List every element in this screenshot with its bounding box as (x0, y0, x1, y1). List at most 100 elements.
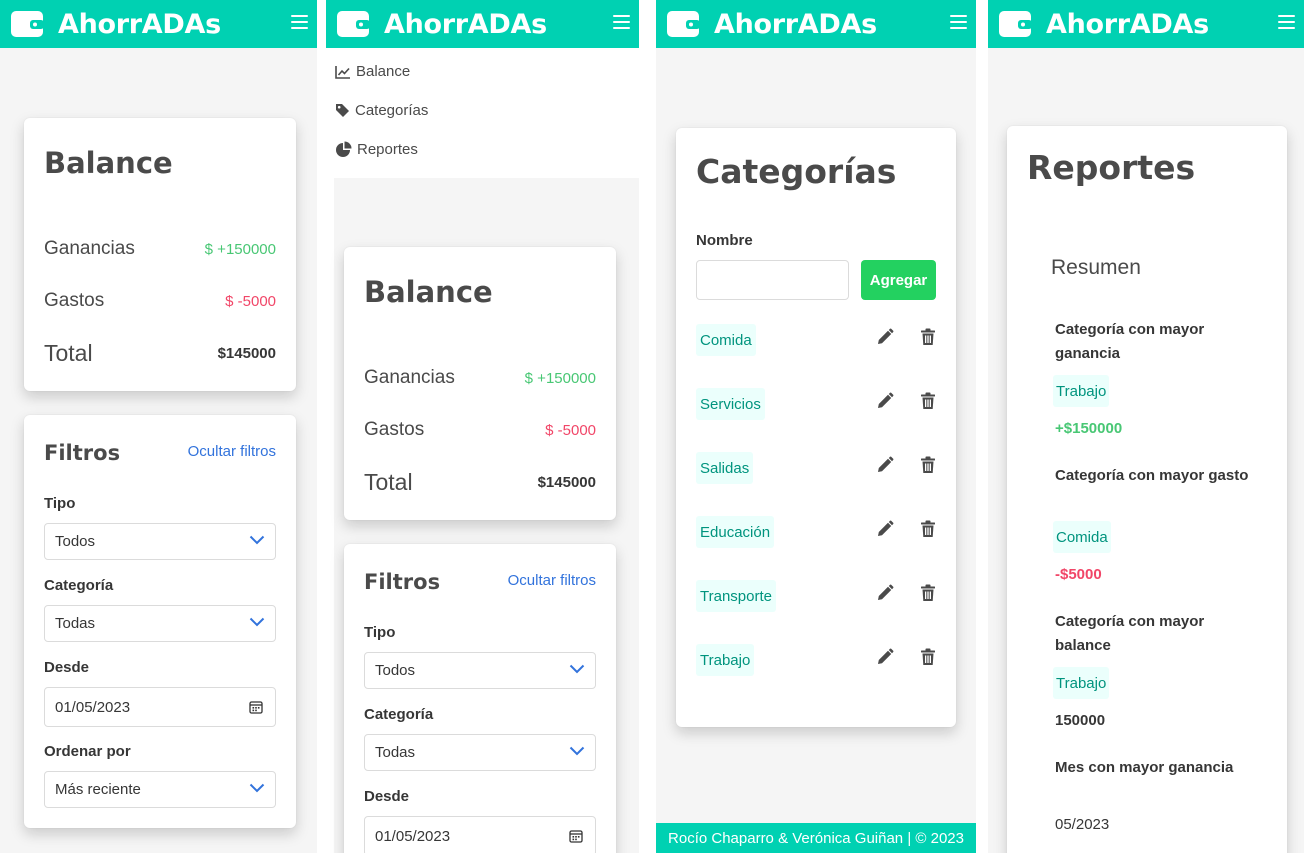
total-value: $145000 (217, 345, 276, 362)
report-value-mes-mayor-ganancia: 05/2023 (1055, 816, 1110, 833)
report-value-mayor-gasto: -$5000 (1055, 566, 1102, 583)
chevron-down-icon (569, 664, 585, 674)
chart-line-icon (335, 65, 350, 79)
burger-menu-icon[interactable] (613, 15, 630, 31)
wallet-icon (336, 9, 370, 39)
balance-card: Balance Ganancias $ +150000 Gastos $ -50… (24, 118, 296, 391)
menu-gutter (326, 178, 334, 853)
category-tag: Educación (696, 516, 775, 548)
pencil-icon[interactable] (876, 520, 894, 538)
app-title[interactable]: AhorrADAs (714, 9, 877, 40)
desde-label: Desde (44, 659, 90, 676)
report-label-mayor-balance: Categoría con mayor balance (1055, 613, 1205, 654)
agregar-button[interactable]: Agregar (861, 260, 936, 300)
trash-icon[interactable] (920, 456, 938, 474)
nav-menu: Balance Categorías Reportes (326, 48, 639, 178)
category-tag: Salidas (696, 452, 754, 484)
pencil-icon[interactable] (876, 456, 894, 474)
ocultar-filtros-link[interactable]: Ocultar filtros (508, 572, 596, 589)
burger-menu-icon[interactable] (291, 15, 308, 31)
desde-date-value: 01/05/2023 (55, 698, 131, 716)
menu-item-label: Reportes (357, 141, 418, 158)
pencil-icon[interactable] (876, 392, 894, 410)
trash-icon[interactable] (920, 328, 938, 346)
trash-icon[interactable] (920, 520, 938, 538)
pencil-icon[interactable] (876, 328, 894, 346)
category-tag: Comida (696, 324, 756, 356)
filtros-card: Filtros Ocultar filtros Tipo Todos Categ… (344, 544, 616, 853)
resumen-title: Resumen (1051, 256, 1141, 279)
wallet-icon (10, 9, 44, 39)
chevron-down-icon (249, 783, 265, 793)
reportes-title: Reportes (1027, 148, 1196, 187)
ganancias-label: Ganancias (44, 238, 135, 259)
balance-title: Balance (364, 275, 493, 309)
chevron-down-icon (249, 535, 265, 545)
ganancias-value: $ +150000 (204, 240, 276, 258)
app-title[interactable]: AhorrADAs (1046, 9, 1209, 40)
ocultar-filtros-link[interactable]: Ocultar filtros (188, 443, 276, 460)
ordenar-label: Ordenar por (44, 743, 131, 760)
navbar: AhorrADAs (988, 0, 1304, 48)
menu-item-categorias[interactable]: Categorías (335, 102, 428, 119)
chevron-down-icon (249, 617, 265, 627)
total-row: Total $145000 (364, 469, 596, 496)
calendar-icon[interactable] (569, 829, 583, 843)
filtros-card: Filtros Ocultar filtros Tipo Todos Categ… (24, 415, 296, 828)
navbar: AhorrADAs (0, 0, 317, 48)
tag-icon (336, 104, 349, 117)
report-tag-mayor-ganancia: Trabajo (1053, 375, 1110, 407)
report-tag-mayor-gasto: Comida (1053, 521, 1111, 553)
categoria-select-value: Todas (375, 744, 416, 761)
tipo-select-value: Todos (55, 533, 96, 550)
tipo-select[interactable]: Todos (364, 652, 596, 689)
app-title[interactable]: AhorrADAs (58, 9, 221, 40)
tipo-select[interactable]: Todos (44, 523, 276, 560)
categoria-label: Categoría (44, 577, 114, 594)
nombre-label: Nombre (696, 232, 753, 249)
ganancias-row: Ganancias $ +150000 (44, 238, 276, 260)
categoria-select[interactable]: Todas (44, 605, 276, 642)
pencil-icon[interactable] (876, 584, 894, 602)
trash-icon[interactable] (920, 648, 938, 666)
gastos-label: Gastos (364, 419, 425, 440)
categorias-card: Categorías Nombre Agregar Comida Servicio… (676, 128, 956, 727)
mobile-view-balance: AhorrADAs Balance Ganancias $ +150000 Ga… (0, 0, 317, 853)
app-title[interactable]: AhorrADAs (384, 9, 547, 40)
total-label: Total (44, 340, 93, 366)
trash-icon[interactable] (920, 584, 938, 602)
menu-item-reportes[interactable]: Reportes (335, 141, 418, 158)
reportes-card: Reportes Resumen Categoría con mayor gan… (1007, 126, 1287, 853)
mobile-view-reportes: AhorrADAs Reportes Resumen Categoría con… (988, 0, 1304, 853)
balance-title: Balance (44, 146, 173, 180)
burger-menu-icon[interactable] (950, 15, 967, 31)
mobile-view-categorias: AhorrADAs Categorías Nombre Agregar Comi… (656, 0, 976, 853)
total-row: Total $145000 (44, 340, 276, 367)
pencil-icon[interactable] (876, 648, 894, 666)
balance-card: Balance Ganancias $ +150000 Gastos $ -50… (344, 247, 616, 520)
navbar: AhorrADAs (656, 0, 976, 48)
category-tag: Trabajo (696, 644, 755, 676)
burger-menu-icon[interactable] (1278, 15, 1295, 31)
categoria-select[interactable]: Todas (364, 734, 596, 771)
nombre-input[interactable] (696, 260, 849, 300)
ordenar-select-value: Más reciente (55, 781, 141, 798)
filtros-title: Filtros (44, 441, 121, 465)
ordenar-select[interactable]: Más reciente (44, 771, 276, 808)
filtros-title: Filtros (364, 570, 441, 594)
desde-date-input[interactable]: 01/05/2023 (364, 816, 596, 853)
categorias-title: Categorías (696, 152, 897, 191)
report-label-mayor-ganancia: Categoría con mayor ganancia (1055, 321, 1205, 362)
gastos-row: Gastos $ -5000 (44, 290, 276, 312)
desde-date-input[interactable]: 01/05/2023 (44, 687, 276, 727)
navbar: AhorrADAs (326, 0, 639, 48)
menu-item-balance[interactable]: Balance (335, 63, 410, 80)
total-value: $145000 (537, 474, 596, 491)
categoria-label: Categoría (364, 706, 434, 723)
tipo-label: Tipo (364, 624, 396, 641)
calendar-icon[interactable] (249, 700, 263, 714)
wallet-icon (666, 9, 700, 39)
trash-icon[interactable] (920, 392, 938, 410)
menu-item-label: Balance (356, 63, 411, 80)
mobile-view-menu-open: AhorrADAs Balance Categorías Reportes Ba… (326, 0, 639, 853)
